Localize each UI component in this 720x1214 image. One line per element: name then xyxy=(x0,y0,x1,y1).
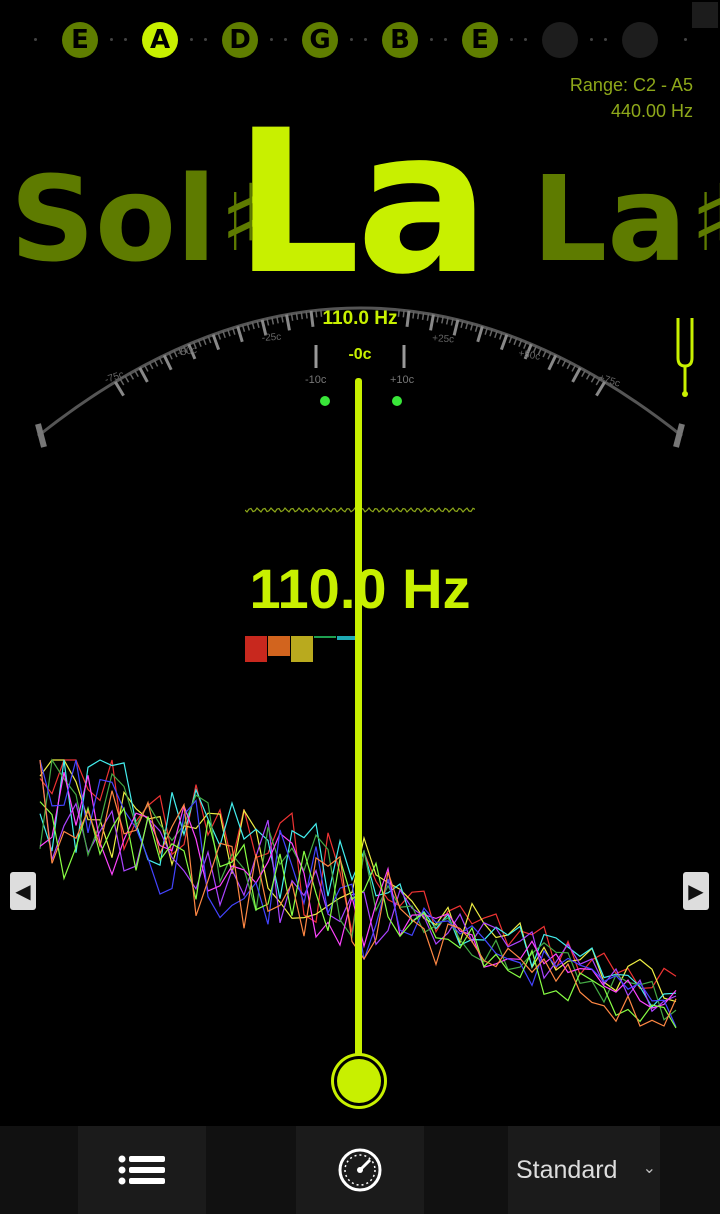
meter-tick xyxy=(561,359,567,367)
string-dot xyxy=(524,38,527,41)
overflow-square[interactable] xyxy=(692,2,718,28)
meter-tick xyxy=(476,326,484,343)
previous-arrow-button[interactable]: ◀ xyxy=(10,872,36,910)
string-dot xyxy=(204,38,207,41)
meter-tick xyxy=(585,372,591,380)
string-note-e-low[interactable]: E xyxy=(62,22,98,58)
list-menu-icon xyxy=(118,1155,165,1185)
meter-tick xyxy=(162,354,173,371)
menu-button[interactable] xyxy=(78,1126,206,1214)
string-dot xyxy=(684,38,687,41)
sharp-icon: ♯ xyxy=(690,165,720,272)
string-note-g[interactable]: G xyxy=(302,22,338,58)
string-note-a[interactable]: A xyxy=(142,22,178,58)
meter-tick xyxy=(153,359,159,367)
tuning-select[interactable]: Standard ⌄ xyxy=(508,1126,660,1214)
tuning-label: Standard xyxy=(516,1155,618,1184)
meter-tick xyxy=(571,364,577,372)
meter-tick xyxy=(211,334,221,351)
in-tune-indicator-left xyxy=(320,396,330,406)
meter-tick xyxy=(222,330,226,339)
meter-tick xyxy=(556,357,562,365)
meter-tick xyxy=(148,362,154,370)
tick-label: +50c xyxy=(517,348,541,363)
next-note-label: La xyxy=(532,150,687,288)
string-selector: E A D G B E xyxy=(0,14,720,66)
string-dot xyxy=(270,38,273,41)
meter-tick xyxy=(143,364,149,372)
tick-label: +25c xyxy=(432,333,455,346)
meter-frequency: 110.0 Hz xyxy=(322,308,398,329)
string-note-e-high[interactable]: E xyxy=(462,22,498,58)
string-slot-empty[interactable] xyxy=(622,22,658,58)
meter-tick xyxy=(494,330,498,339)
meter-tick xyxy=(158,357,164,365)
string-dot xyxy=(444,38,447,41)
string-dot xyxy=(34,38,37,41)
harmonic-bar xyxy=(245,636,267,662)
tuning-fork-icon[interactable] xyxy=(676,318,694,397)
string-note-b[interactable]: B xyxy=(382,22,418,58)
needle-knob[interactable] xyxy=(337,1059,381,1103)
meter-tick xyxy=(129,372,135,380)
string-dot xyxy=(124,38,127,41)
string-dot xyxy=(364,38,367,41)
harmonic-bar xyxy=(291,636,313,662)
range-label: Range: C2 - A5 xyxy=(569,75,693,95)
tick-label: -10c xyxy=(305,374,327,386)
meter-end-left xyxy=(35,423,47,448)
meter-tick xyxy=(452,319,460,336)
next-arrow-button[interactable]: ▶ xyxy=(683,872,709,910)
next-note: La♯ xyxy=(532,160,720,278)
left-arrow-icon: ◀ xyxy=(15,880,31,903)
chevron-down-icon: ⌄ xyxy=(642,1160,656,1177)
string-dot xyxy=(284,38,287,41)
string-dot xyxy=(350,38,353,41)
string-dot xyxy=(510,38,513,41)
harmonic-bar xyxy=(314,636,336,638)
meter-tick xyxy=(547,354,558,371)
string-dot xyxy=(604,38,607,41)
meter-tick xyxy=(134,370,139,378)
harmonic-bars xyxy=(245,636,359,662)
meter-tick xyxy=(499,334,509,351)
dial-gauge-icon xyxy=(338,1148,382,1192)
harmonic-bar xyxy=(268,636,290,656)
in-tune-indicator-right xyxy=(392,396,402,406)
tick-label: -25c xyxy=(261,332,281,344)
meter-cents: -0c xyxy=(348,346,372,363)
meter-tick xyxy=(581,370,586,378)
tuner-mode-button[interactable] xyxy=(296,1126,424,1214)
string-dot xyxy=(430,38,433,41)
meter-end-right xyxy=(673,423,685,448)
meter-tick xyxy=(571,367,582,383)
meter-tick xyxy=(138,367,149,383)
string-dot xyxy=(590,38,593,41)
bottom-toolbar: Standard ⌄ xyxy=(0,1126,720,1214)
string-dot xyxy=(190,38,193,41)
tick-label: +10c xyxy=(390,374,415,386)
meter-tick xyxy=(590,375,596,383)
tuning-needle xyxy=(355,378,362,1078)
string-note-d[interactable]: D xyxy=(222,22,258,58)
meter-tick xyxy=(566,362,572,370)
right-arrow-icon: ▶ xyxy=(688,880,704,903)
string-slot-empty[interactable] xyxy=(542,22,578,58)
meter-tick xyxy=(236,326,244,343)
meter-tick xyxy=(124,375,130,383)
string-dot xyxy=(110,38,113,41)
